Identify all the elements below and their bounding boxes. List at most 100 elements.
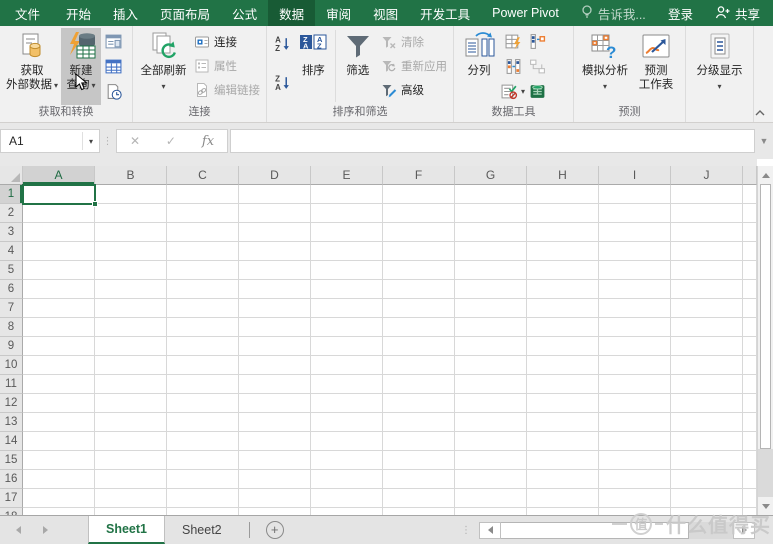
cell-F3[interactable] xyxy=(383,223,455,242)
cell-A17[interactable] xyxy=(23,489,95,508)
tab-home[interactable]: 开始 xyxy=(55,0,102,26)
cell-B9[interactable] xyxy=(95,337,167,356)
edit-links-button[interactable]: 编辑链接 xyxy=(191,78,263,102)
scroll-down-button[interactable] xyxy=(758,497,773,515)
cell-G6[interactable] xyxy=(455,280,527,299)
cell-A15[interactable] xyxy=(23,451,95,470)
cell-G10[interactable] xyxy=(455,356,527,375)
cell-F18[interactable] xyxy=(383,508,455,515)
row-header-5[interactable]: 5 xyxy=(0,261,23,280)
cell-E14[interactable] xyxy=(311,432,383,451)
cancel-button[interactable]: ✕ xyxy=(130,134,140,148)
cell-J14[interactable] xyxy=(671,432,743,451)
cell-G17[interactable] xyxy=(455,489,527,508)
cell-F15[interactable] xyxy=(383,451,455,470)
column-header-D[interactable]: D xyxy=(239,166,311,185)
cell-G14[interactable] xyxy=(455,432,527,451)
row-header-12[interactable]: 12 xyxy=(0,394,23,413)
cell-F9[interactable] xyxy=(383,337,455,356)
cell-D4[interactable] xyxy=(239,242,311,261)
cell-E2[interactable] xyxy=(311,204,383,223)
vertical-scroll-thumb[interactable] xyxy=(760,184,771,449)
cell-F5[interactable] xyxy=(383,261,455,280)
cell-H18[interactable] xyxy=(527,508,599,515)
cell-G7[interactable] xyxy=(455,299,527,318)
cell-I1[interactable] xyxy=(599,185,671,204)
cell-B1[interactable] xyxy=(95,185,167,204)
cell-C5[interactable] xyxy=(167,261,239,280)
cell-H14[interactable] xyxy=(527,432,599,451)
cell-J17[interactable] xyxy=(671,489,743,508)
outline-button[interactable]: 分级显示 ▾ xyxy=(689,28,750,105)
cell-H17[interactable] xyxy=(527,489,599,508)
cell-G15[interactable] xyxy=(455,451,527,470)
cell-A14[interactable] xyxy=(23,432,95,451)
cell-I5[interactable] xyxy=(599,261,671,280)
cell-J7[interactable] xyxy=(671,299,743,318)
cell-I3[interactable] xyxy=(599,223,671,242)
cell-H4[interactable] xyxy=(527,242,599,261)
cell-C7[interactable] xyxy=(167,299,239,318)
cell-J12[interactable] xyxy=(671,394,743,413)
sheet-tab-sheet1[interactable]: Sheet1 xyxy=(88,516,165,544)
cell-F2[interactable] xyxy=(383,204,455,223)
cell-E12[interactable] xyxy=(311,394,383,413)
tab-view[interactable]: 视图 xyxy=(362,0,409,26)
cell-B7[interactable] xyxy=(95,299,167,318)
tab-formulas[interactable]: 公式 xyxy=(221,0,268,26)
cell-I10[interactable] xyxy=(599,356,671,375)
cell-E17[interactable] xyxy=(311,489,383,508)
cell-J1[interactable] xyxy=(671,185,743,204)
cell-H3[interactable] xyxy=(527,223,599,242)
formula-input[interactable] xyxy=(230,129,755,153)
cell-F12[interactable] xyxy=(383,394,455,413)
row-header-9[interactable]: 9 xyxy=(0,337,23,356)
row-header-17[interactable]: 17 xyxy=(0,489,23,508)
enter-button[interactable]: ✓ xyxy=(166,134,176,148)
cell-A5[interactable] xyxy=(23,261,95,280)
cell-I11[interactable] xyxy=(599,375,671,394)
row-header-4[interactable]: 4 xyxy=(0,242,23,261)
cell-H16[interactable] xyxy=(527,470,599,489)
cell-E1[interactable] xyxy=(311,185,383,204)
cell-E8[interactable] xyxy=(311,318,383,337)
cell-A7[interactable] xyxy=(23,299,95,318)
row-header-15[interactable]: 15 xyxy=(0,451,23,470)
cell-B18[interactable] xyxy=(95,508,167,515)
cell-H1[interactable] xyxy=(527,185,599,204)
cell-H2[interactable] xyxy=(527,204,599,223)
scroll-right-button[interactable] xyxy=(733,522,755,539)
row-header-7[interactable]: 7 xyxy=(0,299,23,318)
cell-C11[interactable] xyxy=(167,375,239,394)
cell-E4[interactable] xyxy=(311,242,383,261)
column-header-I[interactable]: I xyxy=(599,166,671,185)
cell-J13[interactable] xyxy=(671,413,743,432)
sign-in-button[interactable]: 登录 xyxy=(657,0,704,26)
tab-data[interactable]: 数据 xyxy=(268,0,315,26)
cell-E18[interactable] xyxy=(311,508,383,515)
cell-G16[interactable] xyxy=(455,470,527,489)
cell-C6[interactable] xyxy=(167,280,239,299)
cell-J15[interactable] xyxy=(671,451,743,470)
cell-A11[interactable] xyxy=(23,375,95,394)
cell-F7[interactable] xyxy=(383,299,455,318)
cell-G8[interactable] xyxy=(455,318,527,337)
cell-I14[interactable] xyxy=(599,432,671,451)
sort-ascending-button[interactable]: AZ xyxy=(270,32,294,55)
cell-I15[interactable] xyxy=(599,451,671,470)
cell-I17[interactable] xyxy=(599,489,671,508)
cell-C8[interactable] xyxy=(167,318,239,337)
scroll-up-button[interactable] xyxy=(758,166,773,184)
cell-J10[interactable] xyxy=(671,356,743,375)
sheet-tab-sheet2[interactable]: Sheet2 xyxy=(165,516,239,544)
cell-J16[interactable] xyxy=(671,470,743,489)
cell-I7[interactable] xyxy=(599,299,671,318)
cell-F4[interactable] xyxy=(383,242,455,261)
collapse-ribbon-button[interactable] xyxy=(752,105,768,119)
cell-E11[interactable] xyxy=(311,375,383,394)
cell-A13[interactable] xyxy=(23,413,95,432)
cell-J5[interactable] xyxy=(671,261,743,280)
cell-F8[interactable] xyxy=(383,318,455,337)
cell-D6[interactable] xyxy=(239,280,311,299)
cell-B8[interactable] xyxy=(95,318,167,337)
